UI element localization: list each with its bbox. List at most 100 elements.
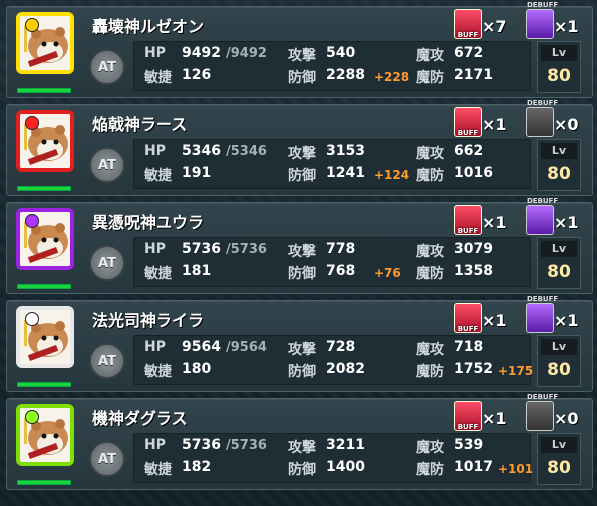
hp-label: HP bbox=[144, 339, 166, 355]
debuff-count: ×1 bbox=[554, 213, 579, 232]
stats-panel: HP 5736 /5736 敏捷 182 攻撃 3211 防御 1400 魔攻 … bbox=[133, 433, 533, 483]
mdef-label: 魔防 bbox=[416, 70, 444, 86]
mdef-label: 魔防 bbox=[416, 462, 444, 478]
atk-label: 攻撃 bbox=[288, 440, 316, 456]
mdef-label: 魔防 bbox=[416, 364, 444, 380]
debuff-count: ×0 bbox=[554, 409, 579, 428]
unit-portrait bbox=[16, 404, 74, 466]
debuff-tag: DEBUFF bbox=[527, 1, 559, 9]
buff-tag: BUFF bbox=[457, 31, 479, 39]
level-value: 80 bbox=[547, 458, 571, 478]
max-hp-value: /9492 bbox=[226, 46, 267, 61]
def-value: 2288 bbox=[326, 67, 365, 83]
max-hp-value: /5736 bbox=[226, 242, 267, 257]
buff-icon[interactable]: BUFF bbox=[454, 9, 482, 39]
unit-portrait bbox=[16, 110, 74, 172]
def-bonus: +76 bbox=[374, 266, 401, 280]
hp-value: 5736 bbox=[182, 241, 221, 257]
mdef-value: 1017 bbox=[454, 459, 493, 475]
unit-name: 機神ダグラス bbox=[92, 409, 188, 428]
def-value: 768 bbox=[326, 263, 356, 279]
agi-value: 126 bbox=[182, 67, 212, 83]
unit-card[interactable]: 機神ダグラス BUFF ×1 DEBUFF ×0 AT HP 5736 /573… bbox=[6, 393, 593, 490]
stats-panel: HP 9564 /9564 敏捷 180 攻撃 728 防御 2082 魔攻 7… bbox=[133, 335, 533, 385]
debuff-icon[interactable]: DEBUFF bbox=[526, 295, 558, 333]
max-hp-value: /5346 bbox=[226, 144, 267, 159]
def-label: 防御 bbox=[288, 168, 316, 184]
level-box: Lv 80 bbox=[537, 139, 581, 191]
hp-label: HP bbox=[144, 437, 166, 453]
at-button[interactable]: AT bbox=[89, 49, 125, 85]
agi-label: 敏捷 bbox=[144, 462, 172, 478]
mdef-label: 魔防 bbox=[416, 168, 444, 184]
buff-count: ×1 bbox=[482, 311, 507, 330]
matk-value: 539 bbox=[454, 437, 484, 453]
matk-value: 718 bbox=[454, 339, 484, 355]
agi-label: 敏捷 bbox=[144, 168, 172, 184]
matk-value: 672 bbox=[454, 45, 484, 61]
matk-label: 魔攻 bbox=[416, 244, 444, 260]
level-value: 80 bbox=[547, 164, 571, 184]
agi-value: 181 bbox=[182, 263, 212, 279]
agi-label: 敏捷 bbox=[144, 364, 172, 380]
agi-value: 180 bbox=[182, 361, 212, 377]
atk-value: 3211 bbox=[326, 437, 365, 453]
buff-count: ×7 bbox=[482, 17, 507, 36]
buff-count: ×1 bbox=[482, 213, 507, 232]
atk-label: 攻撃 bbox=[288, 48, 316, 64]
agi-label: 敏捷 bbox=[144, 70, 172, 86]
element-badge-icon bbox=[25, 18, 39, 32]
unit-card[interactable]: 異憑呪神ユウラ BUFF ×1 DEBUFF ×1 AT HP 5736 /57… bbox=[6, 197, 593, 294]
unit-name: 轟壊神ルゼオン bbox=[92, 17, 205, 36]
atk-value: 728 bbox=[326, 339, 356, 355]
hp-label: HP bbox=[144, 143, 166, 159]
buff-icon[interactable]: BUFF bbox=[454, 303, 482, 333]
level-box: Lv 80 bbox=[537, 41, 581, 93]
mdef-value: 1752 bbox=[454, 361, 493, 377]
element-badge-icon bbox=[25, 214, 39, 228]
hp-label: HP bbox=[144, 45, 166, 61]
atk-value: 540 bbox=[326, 45, 356, 61]
buff-count: ×1 bbox=[482, 115, 507, 134]
hp-value: 5736 bbox=[182, 437, 221, 453]
def-label: 防御 bbox=[288, 364, 316, 380]
mdef-value: 1016 bbox=[454, 165, 493, 181]
hp-bar bbox=[17, 382, 71, 387]
atk-label: 攻撃 bbox=[288, 146, 316, 162]
debuff-count: ×1 bbox=[554, 17, 579, 36]
buff-count: ×1 bbox=[482, 409, 507, 428]
agi-label: 敏捷 bbox=[144, 266, 172, 282]
buff-icon[interactable]: BUFF bbox=[454, 107, 482, 137]
at-button[interactable]: AT bbox=[89, 245, 125, 281]
unit-card[interactable]: 焔戟神ラース BUFF ×1 DEBUFF ×0 AT HP 5346 /534… bbox=[6, 99, 593, 196]
debuff-count: ×0 bbox=[554, 115, 579, 134]
matk-value: 662 bbox=[454, 143, 484, 159]
debuff-icon[interactable]: DEBUFF bbox=[526, 393, 558, 431]
at-button[interactable]: AT bbox=[89, 441, 125, 477]
at-button[interactable]: AT bbox=[89, 147, 125, 183]
unit-portrait bbox=[16, 208, 74, 270]
debuff-icon[interactable]: DEBUFF bbox=[526, 197, 558, 235]
level-box: Lv 80 bbox=[537, 237, 581, 289]
debuff-icon[interactable]: DEBUFF bbox=[526, 99, 558, 137]
level-value: 80 bbox=[547, 262, 571, 282]
buff-icon[interactable]: BUFF bbox=[454, 401, 482, 431]
def-bonus: +124 bbox=[374, 168, 410, 182]
hp-bar bbox=[17, 284, 71, 289]
debuff-tag: DEBUFF bbox=[527, 393, 559, 401]
level-value: 80 bbox=[547, 66, 571, 86]
atk-label: 攻撃 bbox=[288, 244, 316, 260]
element-badge-icon bbox=[25, 312, 39, 326]
debuff-tag: DEBUFF bbox=[527, 295, 559, 303]
unit-card[interactable]: 轟壊神ルゼオン BUFF ×7 DEBUFF ×1 AT HP 9492 /94… bbox=[6, 1, 593, 98]
matk-value: 3079 bbox=[454, 241, 493, 257]
agi-value: 182 bbox=[182, 459, 212, 475]
at-button[interactable]: AT bbox=[89, 343, 125, 379]
buff-tag: BUFF bbox=[457, 129, 479, 137]
hp-value: 5346 bbox=[182, 143, 221, 159]
agi-value: 191 bbox=[182, 165, 212, 181]
buff-icon[interactable]: BUFF bbox=[454, 205, 482, 235]
debuff-icon[interactable]: DEBUFF bbox=[526, 1, 558, 39]
level-label: Lv bbox=[541, 241, 577, 257]
unit-card[interactable]: 法光司神ライラ BUFF ×1 DEBUFF ×1 AT HP 9564 /95… bbox=[6, 295, 593, 392]
